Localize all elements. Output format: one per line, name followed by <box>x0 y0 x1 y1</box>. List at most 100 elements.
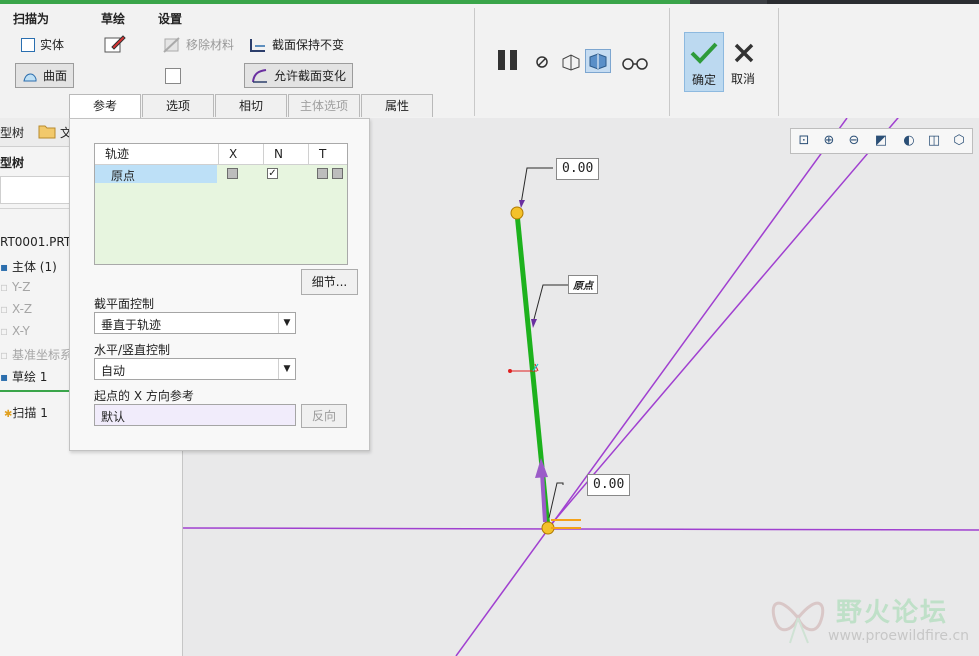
column-header-t: T <box>319 147 327 161</box>
allow-variable-label: 允许截面变化 <box>274 69 347 83</box>
tree-item-body[interactable]: ▪ 主体 (1) <box>0 258 57 275</box>
x-checkbox[interactable] <box>227 168 238 179</box>
watermark-title: 野火论坛 <box>836 598 949 628</box>
tree-item-label: 基准坐标系 <box>11 348 72 362</box>
tree-item-label: 扫描 1 <box>12 406 48 420</box>
tree-filter-field[interactable] <box>0 176 72 204</box>
forum-watermark: 野火论坛 www.proewildfire.cn <box>768 588 978 652</box>
dim-arrow-top <box>519 200 525 208</box>
origin-arrow <box>531 319 537 328</box>
tab-references[interactable]: 参考 <box>69 94 141 119</box>
zoom-out-icon[interactable]: ⊖ <box>846 133 862 149</box>
tab-model-tree[interactable]: 型树 <box>0 124 24 141</box>
x-direction-collector[interactable]: 默认 <box>94 404 296 426</box>
confirm-button[interactable]: 确定 <box>684 32 724 92</box>
variable-section-icon <box>252 68 267 83</box>
tree-item-label: 主体 (1) <box>11 260 57 274</box>
column-header-trajectory: 轨迹 <box>95 144 219 164</box>
shaded-preview-icon <box>589 53 607 70</box>
view-manager-icon[interactable]: ⬡ <box>951 133 967 149</box>
keep-section-label: 截面保持不变 <box>272 38 345 52</box>
glasses-preview-button[interactable] <box>622 56 648 70</box>
chevron-down-icon: ▼ <box>278 359 295 379</box>
tab-properties[interactable]: 属性 <box>361 94 433 117</box>
ribbon-separator <box>669 8 670 116</box>
t-checkbox-1[interactable] <box>317 168 328 179</box>
zoom-in-icon[interactable]: ⊕ <box>821 133 837 149</box>
tab-body-options[interactable]: 主体选项 <box>288 94 360 117</box>
t-checkbox-2[interactable] <box>332 168 343 179</box>
section-control-label: 截平面控制 <box>94 297 155 311</box>
tree-item-sketch[interactable]: ▪ 草绘 1 <box>0 368 47 385</box>
dim-leader-top <box>520 167 553 205</box>
allow-variable-section-button[interactable]: 允许截面变化 <box>244 63 354 88</box>
no-preview-button[interactable] <box>535 55 549 69</box>
tree-header: 型树 <box>0 156 25 170</box>
start-marker <box>551 519 581 529</box>
surface-icon <box>23 73 37 81</box>
glasses-icon <box>622 58 648 70</box>
section-control-value: 垂直于轨迹 <box>101 318 162 332</box>
datum-plane-diagonal-far <box>547 118 899 529</box>
n-checkbox[interactable]: ✓ <box>267 168 278 179</box>
tree-item-xz-plane[interactable]: ▫ X-Z <box>0 302 32 316</box>
flip-side-icon <box>165 68 181 84</box>
sketch-pencil-icon <box>104 35 126 53</box>
ribbon-separator <box>474 8 475 116</box>
solid-icon <box>21 37 35 52</box>
details-button[interactable]: 细节... <box>301 269 358 295</box>
chevron-down-icon: ▼ <box>278 313 295 333</box>
tab-tangency[interactable]: 相切 <box>215 94 287 117</box>
view-toolbar: ⊡ ⊕ ⊖ ◩ ◐ ◫ ⬡ <box>790 128 973 154</box>
datum-plane-diagonal-near <box>455 118 848 656</box>
insert-marker <box>0 390 70 392</box>
tree-item-xy-plane[interactable]: ▫ X-Y <box>0 324 30 338</box>
hv-control-label: 水平/竖直控制 <box>94 343 171 357</box>
solid-label: 实体 <box>40 38 65 52</box>
refit-icon[interactable]: ⊡ <box>796 133 812 149</box>
tree-item-label: Y-Z <box>11 280 31 294</box>
surface-button[interactable]: 曲面 <box>15 63 75 88</box>
saved-views-icon[interactable]: ◫ <box>926 133 942 149</box>
constant-section-icon <box>250 38 265 52</box>
folder-icon[interactable] <box>38 123 56 139</box>
display-style-icon[interactable]: ◐ <box>901 133 917 149</box>
flip-side-toggle[interactable] <box>165 68 181 84</box>
repaint-icon[interactable]: ◩ <box>873 133 889 149</box>
tree-part[interactable]: RT0001.PRT <box>0 235 71 249</box>
hv-control-select[interactable]: 自动 ▼ <box>94 358 296 380</box>
tree-item-yz-plane[interactable]: ▫ Y-Z <box>0 280 30 294</box>
solid-button[interactable]: 实体 <box>21 36 64 53</box>
table-row[interactable]: 原点 ✓ <box>95 165 347 183</box>
close-icon <box>734 43 754 63</box>
tree-item-sweep[interactable]: ✱扫描 1 <box>4 404 48 421</box>
direction-arrow-head <box>535 458 548 478</box>
settings-title: 设置 <box>158 12 183 26</box>
dimension-bottom[interactable]: 0.00 <box>587 474 631 496</box>
sketch-button[interactable] <box>104 34 126 54</box>
verify-mode-button[interactable] <box>585 49 611 73</box>
pause-icon <box>498 50 517 70</box>
hv-control-value: 自动 <box>101 364 126 378</box>
cancel-label: 取消 <box>731 72 756 86</box>
column-header-n: N <box>264 144 309 164</box>
flip-button[interactable]: 反向 <box>301 404 347 428</box>
confirm-label: 确定 <box>692 73 717 87</box>
tab-options[interactable]: 选项 <box>142 94 214 117</box>
dimension-top[interactable]: 0.00 <box>556 158 600 180</box>
cancel-button[interactable]: 取消 <box>729 32 759 90</box>
keep-section-button[interactable]: 截面保持不变 <box>249 36 344 53</box>
pause-button[interactable] <box>496 48 520 72</box>
origin-label[interactable]: 原点 <box>568 275 598 294</box>
trajectory-table: 轨迹 X N T 原点 ✓ <box>94 143 348 265</box>
row-trajectory-name: 原点 <box>111 169 136 183</box>
x-direction-label: 起点的 X 方向参考 <box>94 389 194 403</box>
remove-material-button[interactable]: 移除材料 <box>163 36 234 53</box>
surface-label: 曲面 <box>43 69 68 83</box>
ribbon-separator <box>778 8 779 116</box>
tree-item-csys[interactable]: ▫ 基准坐标系 <box>0 346 72 363</box>
preview-geometry-button[interactable] <box>561 53 581 71</box>
tree-item-label: X-Y <box>11 324 30 338</box>
section-control-select[interactable]: 垂直于轨迹 ▼ <box>94 312 296 334</box>
origin-leader <box>532 284 568 324</box>
